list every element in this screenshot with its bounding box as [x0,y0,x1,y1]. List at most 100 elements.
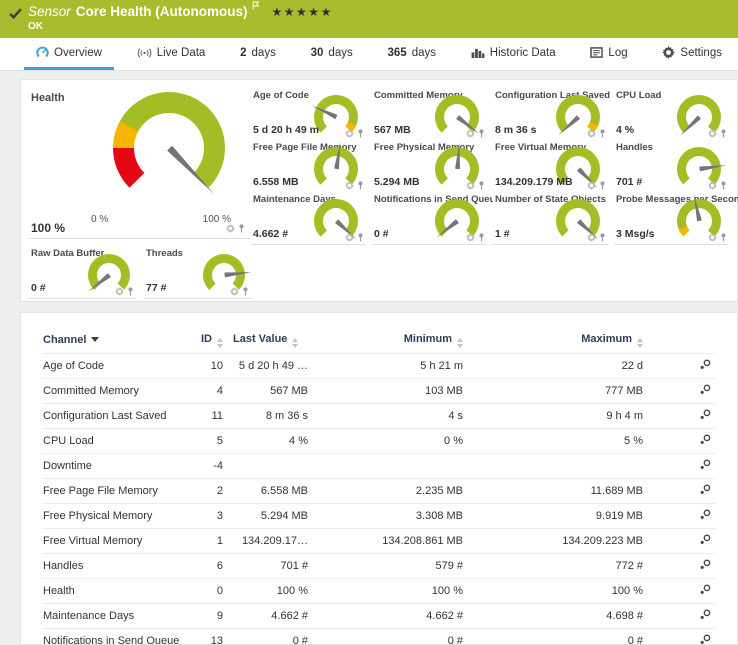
gauge-actions [466,181,485,190]
pin-icon[interactable] [599,233,606,242]
col-header-channel[interactable]: Channel [43,327,183,354]
gear-icon[interactable] [466,233,475,242]
gear-icon[interactable] [587,129,596,138]
tab-30-days[interactable]: 30days [299,38,365,70]
gear-icon[interactable] [708,129,717,138]
channel-settings-icon[interactable] [700,609,711,620]
channel-minimum: 103 MB [308,379,463,404]
channel-settings-icon[interactable] [700,634,711,645]
channel-settings-icon[interactable] [700,559,711,570]
tab-settings[interactable]: Settings [650,38,734,70]
table-row[interactable]: Free Physical Memory35.294 MB3.308 MB9.9… [43,504,715,529]
pin-icon[interactable] [127,287,134,296]
col-header-last-value[interactable]: Last Value [223,327,308,354]
channel-name[interactable]: Handles [43,554,183,579]
pin-icon[interactable] [357,233,364,242]
table-row[interactable]: Configuration Last Saved118 m 36 s4 s9 h… [43,404,715,429]
pin-icon[interactable] [478,233,485,242]
channel-name[interactable]: CPU Load [43,429,183,454]
channel-name[interactable]: Configuration Last Saved [43,404,183,429]
channel-last-value: 6.558 MB [223,479,308,504]
gear-icon[interactable] [708,181,717,190]
channel-settings-cell [643,554,715,579]
channel-name[interactable]: Downtime [43,454,183,479]
tab-2-days[interactable]: 2days [228,38,288,70]
pin-icon[interactable] [238,224,245,233]
channel-name[interactable]: Committed Memory [43,379,183,404]
table-row[interactable]: Committed Memory4567 MB103 MB777 MB [43,379,715,404]
channel-last-value: 8 m 36 s [223,404,308,429]
channel-settings-icon[interactable] [700,509,711,520]
pin-icon[interactable] [599,181,606,190]
gauge-actions [587,129,606,138]
col-header-maximum[interactable]: Maximum [463,327,643,354]
pin-icon[interactable] [357,181,364,190]
gauge-value: 5 d 20 h 49 m [253,124,319,136]
gauge-value: 4 % [616,124,634,136]
gear-icon[interactable] [345,233,354,242]
pin-icon[interactable] [478,181,485,190]
gear-icon[interactable] [345,129,354,138]
tab-365-days[interactable]: 365days [376,38,448,70]
channel-settings-icon[interactable] [700,584,711,595]
channel-name[interactable]: Free Virtual Memory [43,529,183,554]
pin-icon[interactable] [478,129,485,138]
gear-icon[interactable] [115,287,124,296]
tab-log[interactable]: Log [578,38,639,70]
col-header-minimum[interactable]: Minimum [308,327,463,354]
channel-settings-icon[interactable] [700,484,711,495]
channel-name[interactable]: Age of Code [43,354,183,379]
channel-settings-icon[interactable] [700,534,711,545]
table-row[interactable]: Free Page File Memory26.558 MB2.235 MB11… [43,479,715,504]
pin-icon[interactable] [720,181,727,190]
gear-icon[interactable] [708,233,717,242]
tab-live-data[interactable]: Live Data [125,38,218,70]
channel-settings-cell [643,604,715,629]
channel-name[interactable]: Free Page File Memory [43,479,183,504]
channel-name[interactable]: Free Physical Memory [43,504,183,529]
channel-settings-icon[interactable] [700,409,711,420]
pin-icon[interactable] [599,129,606,138]
pin-icon[interactable] [242,287,249,296]
col-header-id[interactable]: ID [183,327,223,354]
channel-settings-cell [643,529,715,554]
table-row[interactable]: Health0100 %100 %100 % [43,579,715,604]
channel-id: 0 [183,579,223,604]
channel-settings-icon[interactable] [700,384,711,395]
channel-settings-icon[interactable] [700,434,711,445]
gear-icon[interactable] [466,129,475,138]
log-icon [590,47,603,58]
gear-icon[interactable] [587,181,596,190]
channel-name[interactable]: Maintenance Days [43,604,183,629]
pin-icon[interactable] [357,129,364,138]
channel-last-value: 5.294 MB [223,504,308,529]
tab-overview[interactable]: Overview [24,38,114,70]
pin-icon[interactable] [720,129,727,138]
channel-settings-icon[interactable] [700,459,711,470]
priority-stars[interactable]: ★★★★★ [272,5,333,19]
table-row[interactable]: Age of Code105 d 20 h 49 …5 h 21 m22 d [43,354,715,379]
table-row[interactable]: CPU Load54 %0 %5 % [43,429,715,454]
pin-icon[interactable] [720,233,727,242]
channel-maximum: 5 % [463,429,643,454]
channel-name[interactable]: Health [43,579,183,604]
table-row[interactable]: Handles6701 #579 #772 # [43,554,715,579]
channel-settings-icon[interactable] [700,359,711,370]
table-row[interactable]: Maintenance Days94.662 #4.662 #4.698 # [43,604,715,629]
gear-icon[interactable] [230,287,239,296]
gear-icon[interactable] [345,181,354,190]
channel-settings-cell [643,479,715,504]
channel-id: 13 [183,629,223,645]
tab-historic-data[interactable]: Historic Data [459,38,568,70]
flag-icon[interactable] [252,1,260,11]
gear-icon[interactable] [587,233,596,242]
table-row[interactable]: Downtime-4 [43,454,715,479]
channel-maximum [463,454,643,479]
gauge-value: 3 Msg/s [616,228,655,240]
gear-icon[interactable] [466,181,475,190]
channel-name[interactable]: Notifications in Send Queue [43,629,183,645]
gear-icon[interactable] [226,224,235,233]
table-row[interactable]: Notifications in Send Queue130 #0 #0 # [43,629,715,645]
channel-minimum: 4 s [308,404,463,429]
table-row[interactable]: Free Virtual Memory1134.209.17…134.208.8… [43,529,715,554]
